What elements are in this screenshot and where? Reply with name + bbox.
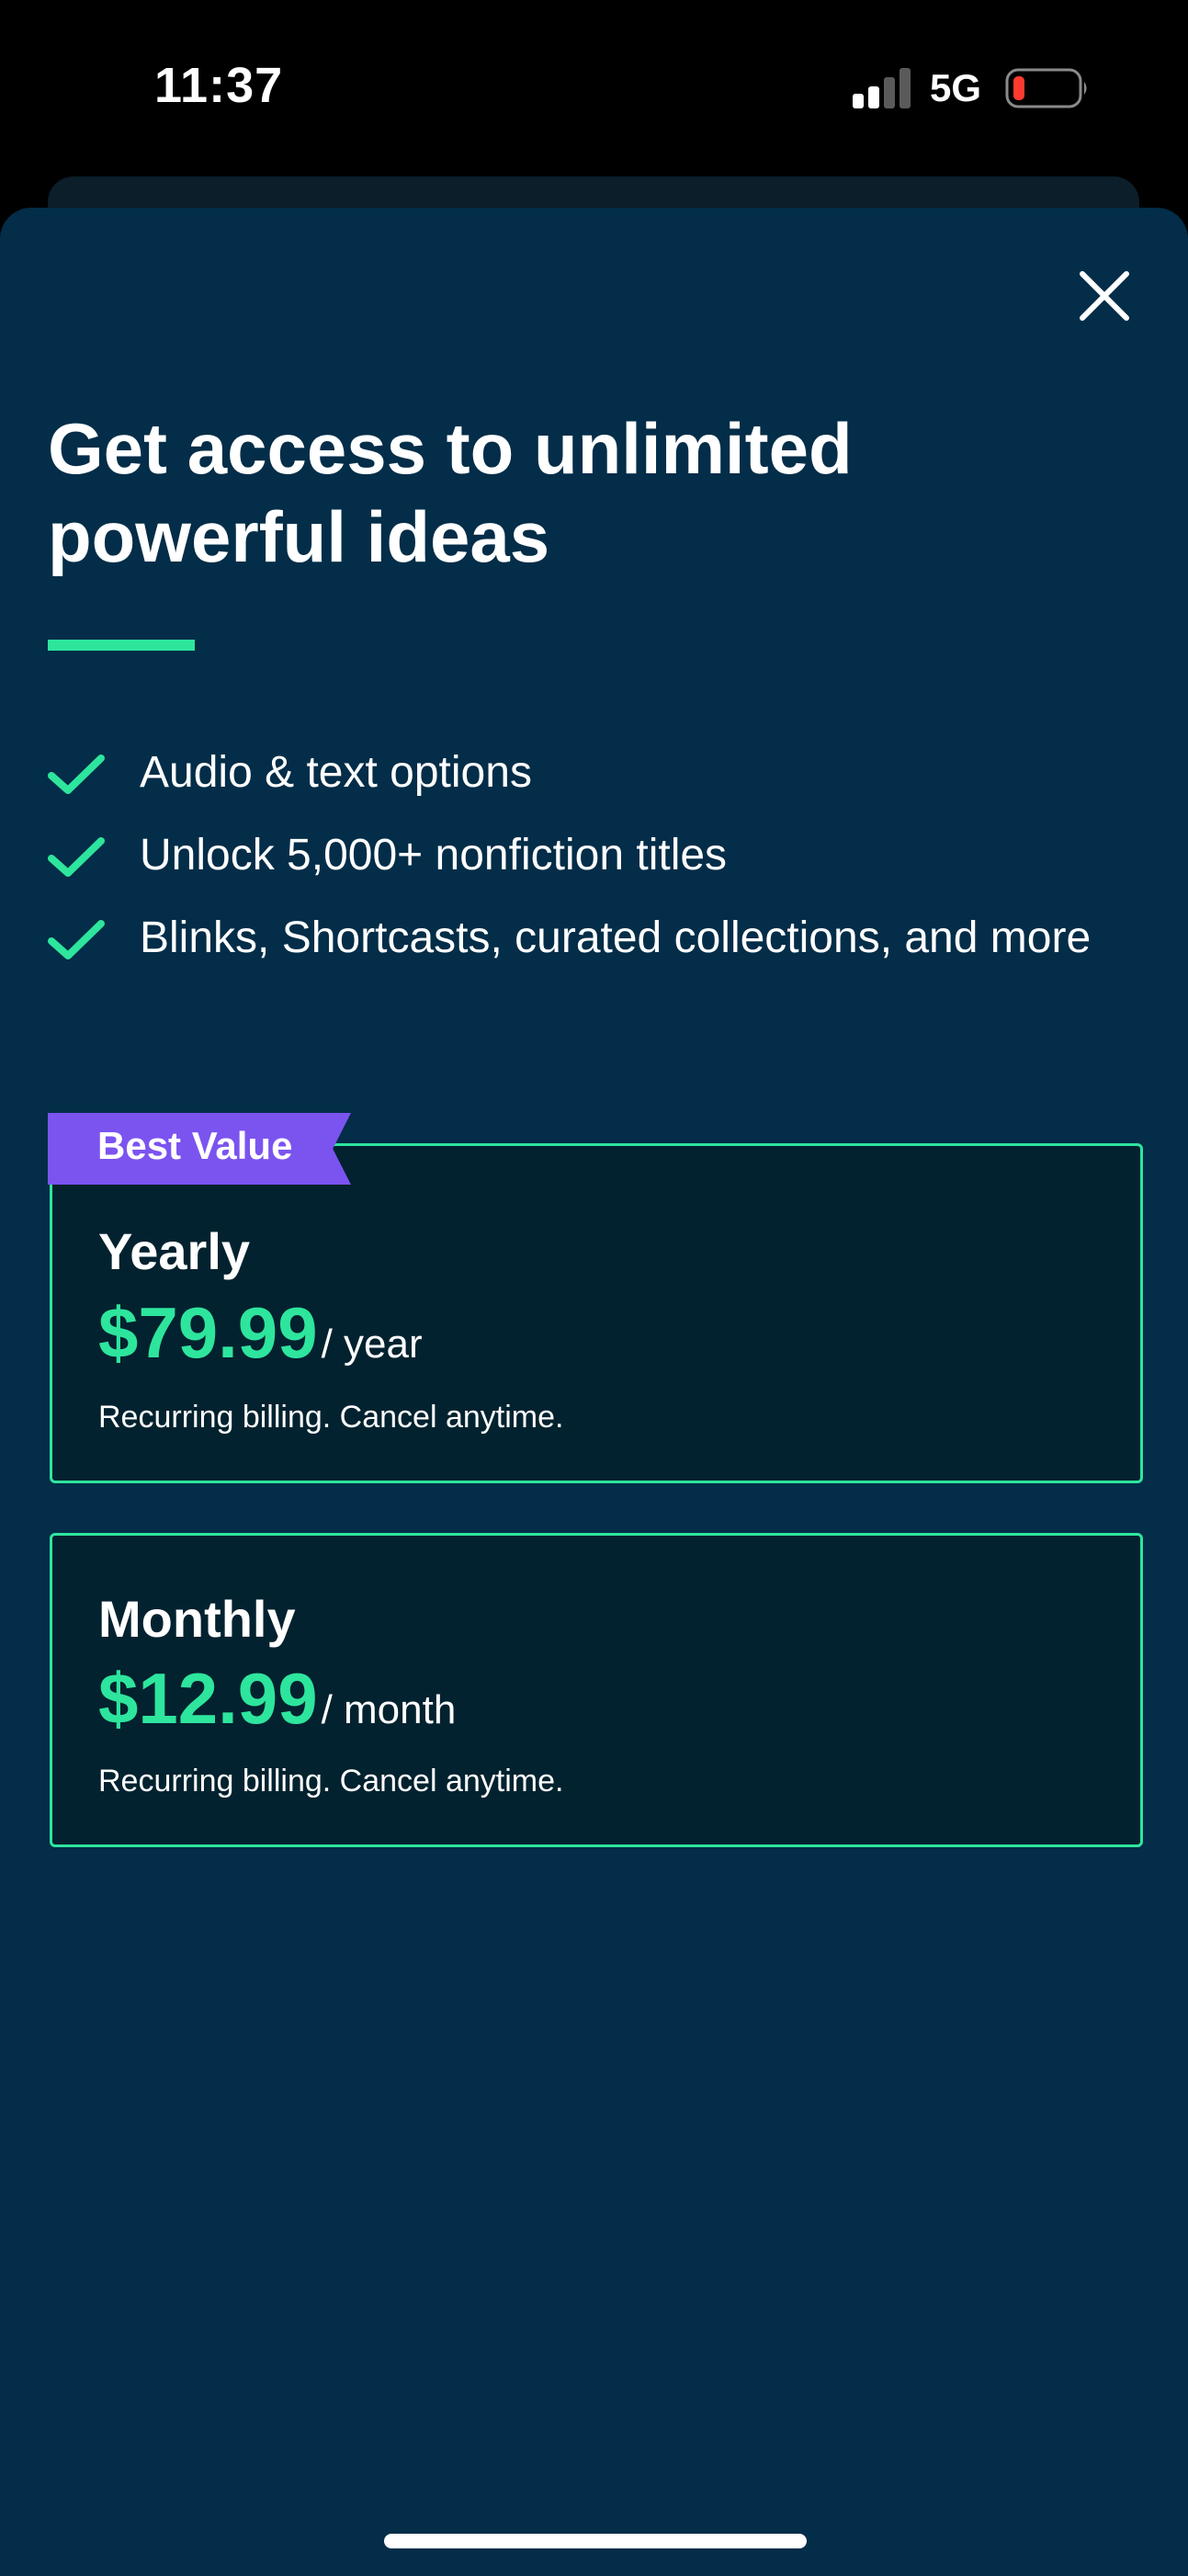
app-screen: 11:37 5G Get access to unlimited powerfu…: [0, 0, 1188, 2576]
close-icon[interactable]: [1071, 263, 1137, 329]
plan-price-row: $79.99/ year: [98, 1291, 423, 1375]
plan-price: $79.99: [98, 1292, 318, 1373]
check-icon: [48, 920, 105, 959]
status-bar: 11:37 5G: [0, 0, 1188, 175]
check-icon: [48, 837, 105, 877]
network-label: 5G: [930, 66, 982, 109]
feature-item: Unlock 5,000+ nonfiction titles: [48, 827, 1150, 884]
home-indicator[interactable]: [384, 2534, 807, 2548]
plan-period: / year: [321, 1322, 423, 1367]
best-value-badge-label: Best Value: [97, 1124, 293, 1167]
plan-billing-note: Recurring billing. Cancel anytime.: [98, 1764, 564, 1799]
plan-billing-note: Recurring billing. Cancel anytime.: [98, 1400, 564, 1435]
plan-price: $12.99: [98, 1658, 318, 1739]
check-icon: [48, 755, 105, 794]
battery-low-icon: [1005, 68, 1087, 108]
feature-label: Unlock 5,000+ nonfiction titles: [140, 831, 728, 879]
feature-item: Audio & text options: [48, 744, 1150, 801]
feature-label: Blinks, Shortcasts, curated collections,…: [140, 914, 1092, 962]
yearly-plan-option[interactable]: Yearly $79.99/ year Recurring billing. C…: [50, 1143, 1143, 1483]
title-accent-divider: [48, 640, 195, 651]
feature-label: Audio & text options: [140, 748, 532, 797]
plan-period: / month: [321, 1687, 457, 1732]
monthly-plan-option[interactable]: Monthly $12.99/ month Recurring billing.…: [50, 1533, 1143, 1847]
plan-price-row: $12.99/ month: [98, 1657, 456, 1741]
page-title: Get access to unlimited powerful ideas: [48, 408, 853, 577]
signal-icon: [853, 68, 911, 108]
plan-name: Monthly: [98, 1590, 296, 1648]
feature-item: Blinks, Shortcasts, curated collections,…: [48, 910, 1150, 967]
status-time: 11:37: [154, 58, 284, 113]
plan-name: Yearly: [98, 1222, 251, 1280]
best-value-badge: Best Value: [48, 1113, 351, 1185]
feature-list: Audio & text options Unlock 5,000+ nonfi…: [48, 744, 1150, 993]
